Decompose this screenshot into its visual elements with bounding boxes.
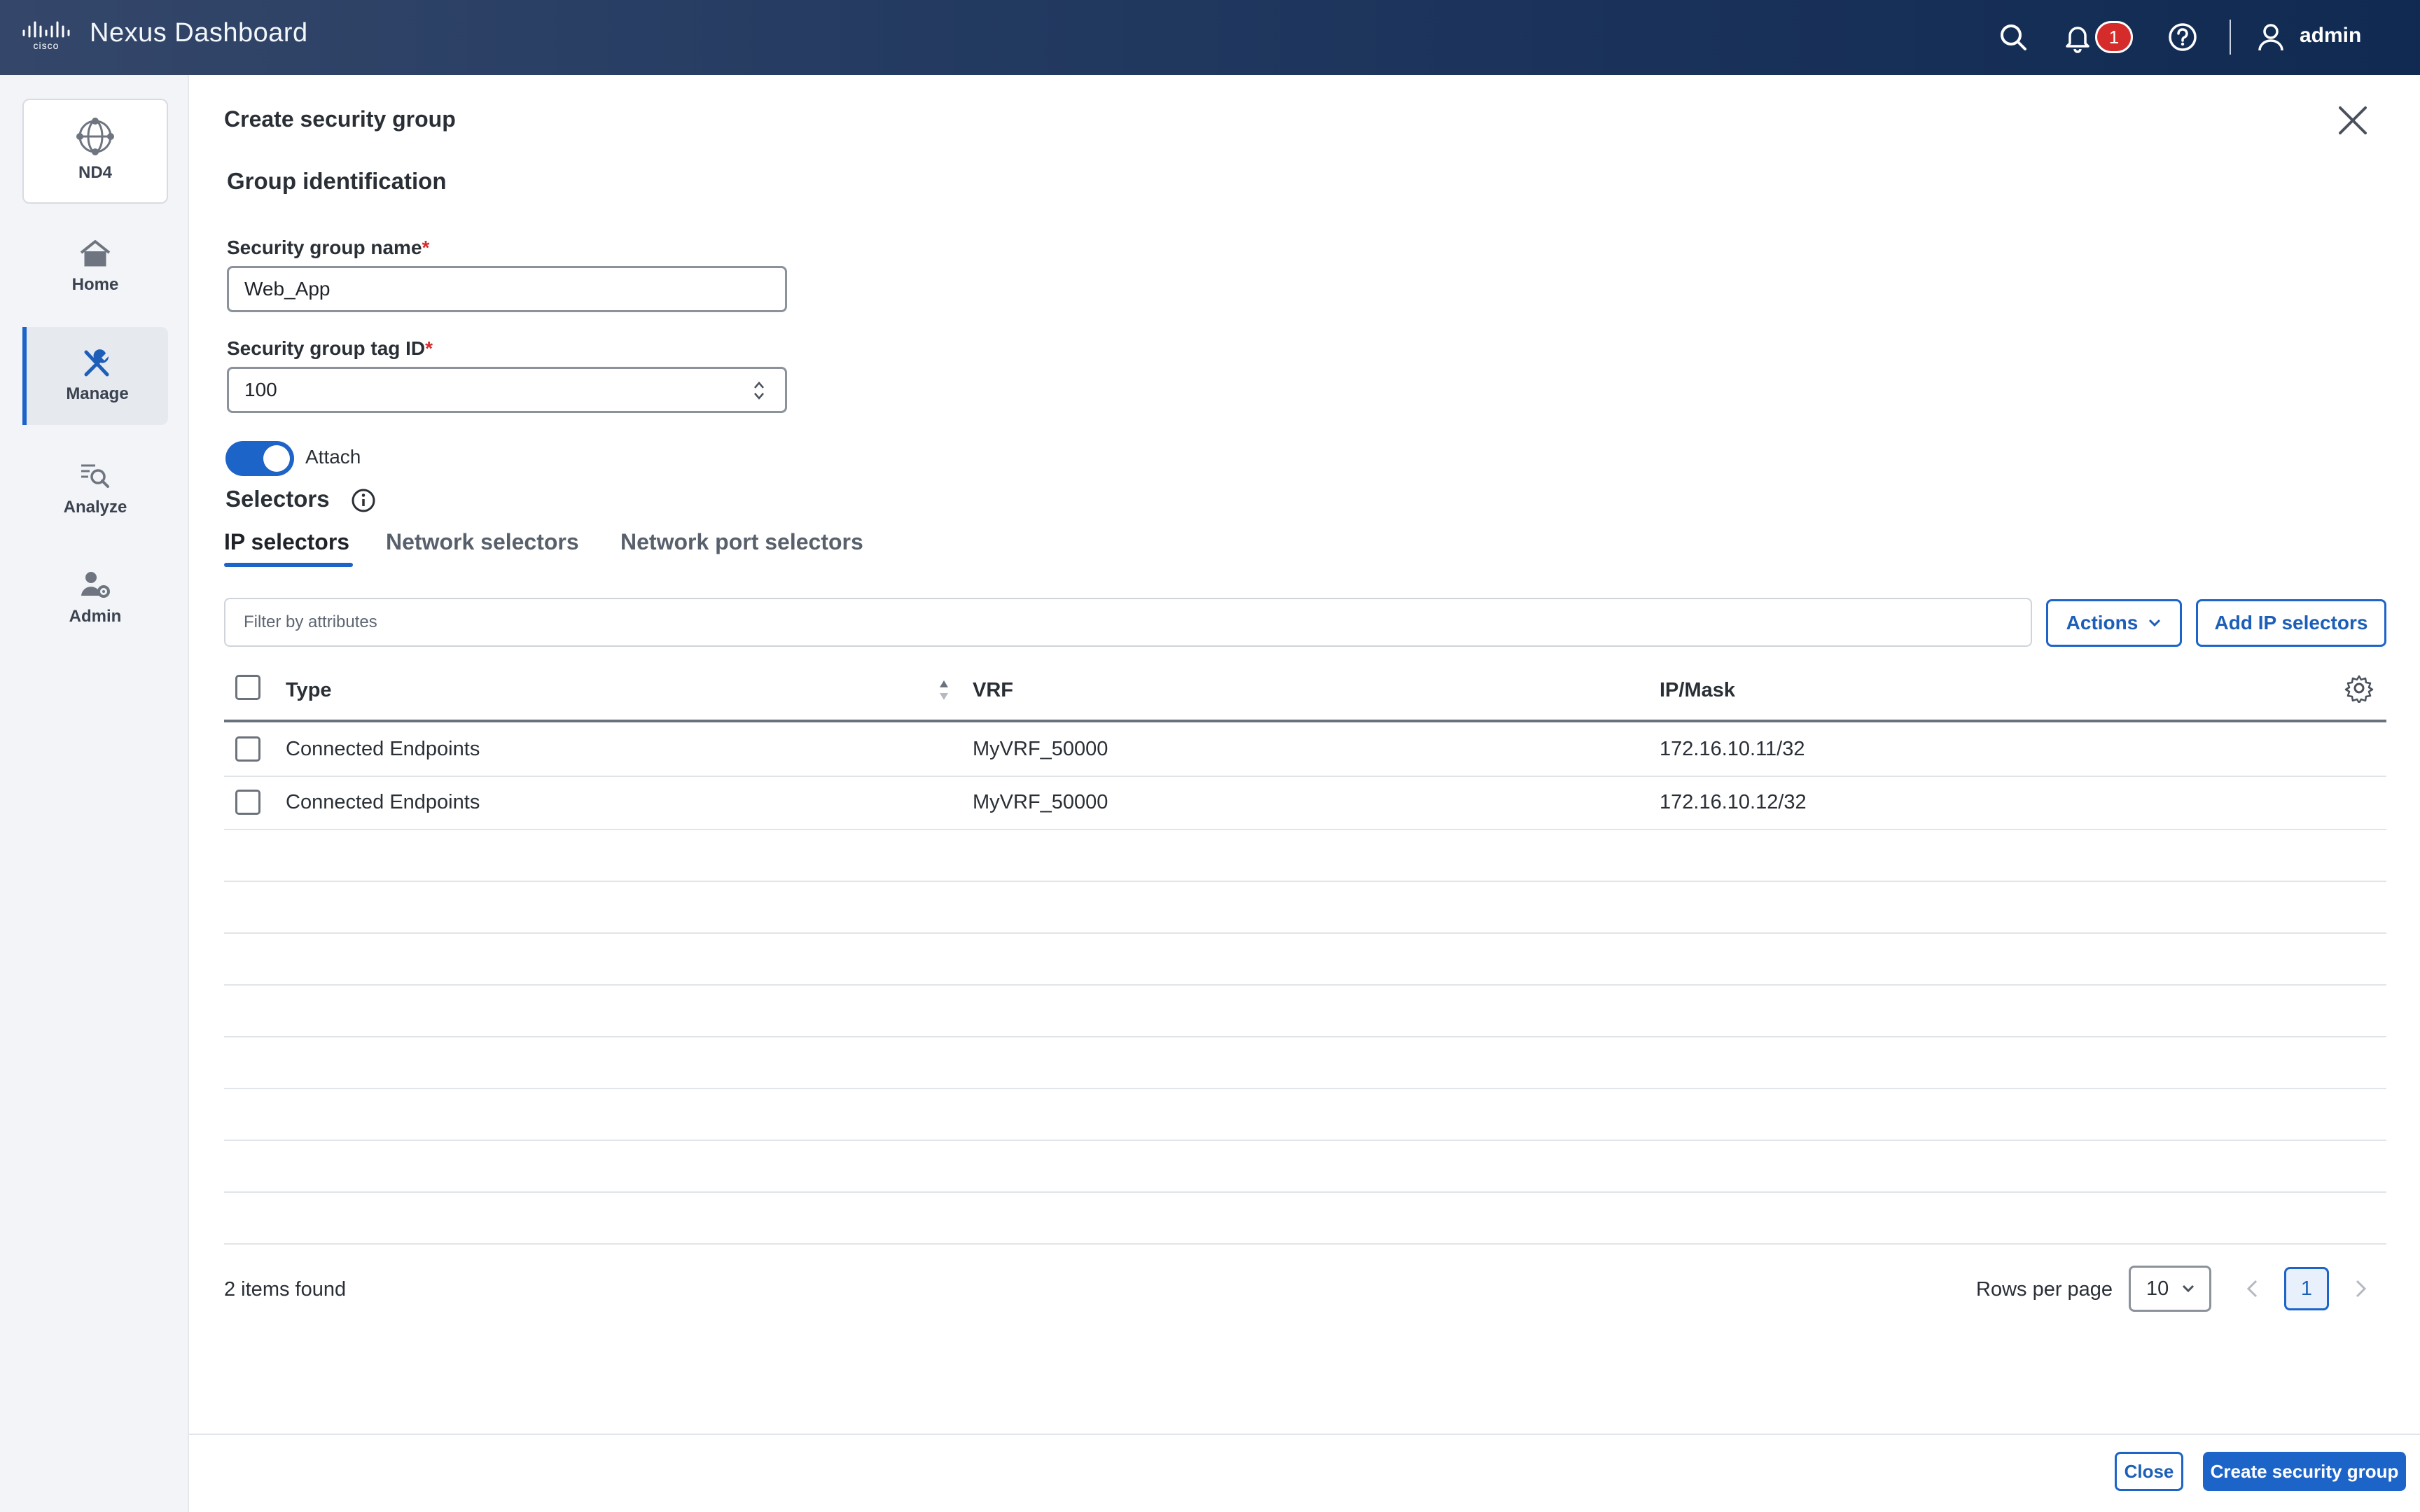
row-divider xyxy=(224,1088,2386,1089)
sidebar-item-label: Analyze xyxy=(63,498,127,517)
section-title: Group identification xyxy=(227,168,447,194)
top-bar: cisco Nexus Dashboard 1 admin xyxy=(0,0,2420,75)
sidebar-item-analyze[interactable]: Analyze xyxy=(22,444,168,528)
chevron-down-icon xyxy=(2183,1284,2195,1293)
help-icon[interactable] xyxy=(2167,21,2199,53)
row-divider xyxy=(224,932,2386,934)
user-gear-icon xyxy=(81,572,110,598)
column-header-type[interactable]: Type xyxy=(286,679,332,702)
rows-per-page-label: Rows per page xyxy=(1976,1278,2113,1301)
active-tab-indicator xyxy=(224,563,353,567)
header-divider xyxy=(2230,20,2231,55)
cell-ip-mask: 172.16.10.12/32 xyxy=(1660,791,1807,813)
attach-label: Attach xyxy=(305,446,361,468)
tab-network-port-selectors[interactable]: Network port selectors xyxy=(620,529,863,555)
cell-type: Connected Endpoints xyxy=(286,738,480,760)
gear-icon[interactable] xyxy=(2344,673,2374,703)
sidebar-item-home[interactable]: Home xyxy=(22,225,168,302)
add-ip-selectors-button[interactable]: Add IP selectors xyxy=(2196,599,2386,647)
app-title: Nexus Dashboard xyxy=(90,18,308,48)
home-icon xyxy=(80,240,111,267)
svg-text:cisco: cisco xyxy=(34,40,60,51)
cell-vrf: MyVRF_50000 xyxy=(973,791,1108,813)
stepper-icon[interactable] xyxy=(751,378,767,403)
sidebar-item-label: Manage xyxy=(66,384,129,403)
sidebar-item-nd4[interactable]: ND4 xyxy=(22,99,168,204)
actions-label: Actions xyxy=(2066,612,2139,634)
security-group-name-input[interactable] xyxy=(227,266,787,312)
sidebar-item-label: Admin xyxy=(69,607,122,626)
row-divider xyxy=(224,1243,2386,1245)
sidebar: ND4 Home Manage Analyze Admin xyxy=(0,75,189,1512)
chevron-left-icon[interactable] xyxy=(2241,1277,2265,1301)
sidebar-item-label: Home xyxy=(71,275,119,294)
user-icon[interactable] xyxy=(2255,21,2287,53)
page-title: Create security group xyxy=(224,106,456,132)
security-group-tag-input[interactable] xyxy=(227,367,787,413)
sidebar-item-admin[interactable]: Admin xyxy=(22,554,168,638)
row-divider xyxy=(224,829,2386,830)
chevron-down-icon xyxy=(2149,619,2161,627)
filter-input[interactable] xyxy=(224,598,2032,647)
cell-type: Connected Endpoints xyxy=(286,791,480,813)
row-divider xyxy=(224,1191,2386,1193)
row-checkbox[interactable] xyxy=(235,736,260,762)
footer-divider xyxy=(189,1434,2420,1435)
cell-vrf: MyVRF_50000 xyxy=(973,738,1108,760)
close-icon[interactable] xyxy=(2336,104,2370,137)
table-header-divider xyxy=(224,720,2386,722)
search-list-icon xyxy=(81,464,109,488)
tab-network-selectors[interactable]: Network selectors xyxy=(386,529,579,555)
rows-per-page-value: 10 xyxy=(2146,1277,2169,1300)
row-divider xyxy=(224,1036,2386,1037)
selectors-title: Selectors xyxy=(225,486,330,512)
required-mark: * xyxy=(425,337,433,359)
notification-badge[interactable]: 1 xyxy=(2095,21,2133,53)
row-checkbox[interactable] xyxy=(235,790,260,815)
row-divider xyxy=(224,881,2386,882)
search-icon[interactable] xyxy=(1997,21,2029,53)
column-header-ip-mask[interactable]: IP/Mask xyxy=(1660,679,1735,702)
user-name[interactable]: admin xyxy=(2300,24,2361,48)
rows-per-page-select[interactable]: 10 xyxy=(2129,1266,2211,1312)
close-button[interactable]: Close xyxy=(2115,1452,2183,1491)
toggle-knob xyxy=(263,445,290,472)
sidebar-item-label: ND4 xyxy=(78,163,112,182)
row-divider xyxy=(224,984,2386,986)
page-number-button[interactable]: 1 xyxy=(2284,1267,2329,1310)
select-all-checkbox[interactable] xyxy=(235,675,260,700)
sidebar-item-manage[interactable]: Manage xyxy=(22,327,168,425)
tag-label: Security group tag ID* xyxy=(227,337,433,359)
create-security-group-button[interactable]: Create security group xyxy=(2203,1452,2406,1491)
name-label: Security group name* xyxy=(227,237,430,258)
items-found-count: 2 items found xyxy=(224,1278,347,1301)
tab-ip-selectors[interactable]: IP selectors xyxy=(224,529,349,555)
cell-ip-mask: 172.16.10.11/32 xyxy=(1660,738,1805,760)
globe-icon xyxy=(76,118,114,155)
tools-icon xyxy=(84,349,109,377)
required-mark: * xyxy=(422,237,430,258)
cisco-logo[interactable]: cisco xyxy=(21,18,74,52)
column-header-vrf[interactable]: VRF xyxy=(973,679,1013,702)
row-divider xyxy=(224,1140,2386,1141)
sort-icon[interactable] xyxy=(936,676,952,704)
bell-icon[interactable] xyxy=(2061,21,2094,53)
info-icon[interactable] xyxy=(350,487,377,514)
row-divider xyxy=(224,776,2386,777)
attach-toggle[interactable] xyxy=(225,441,294,476)
actions-button[interactable]: Actions xyxy=(2046,599,2182,647)
chevron-right-icon[interactable] xyxy=(2349,1277,2372,1301)
